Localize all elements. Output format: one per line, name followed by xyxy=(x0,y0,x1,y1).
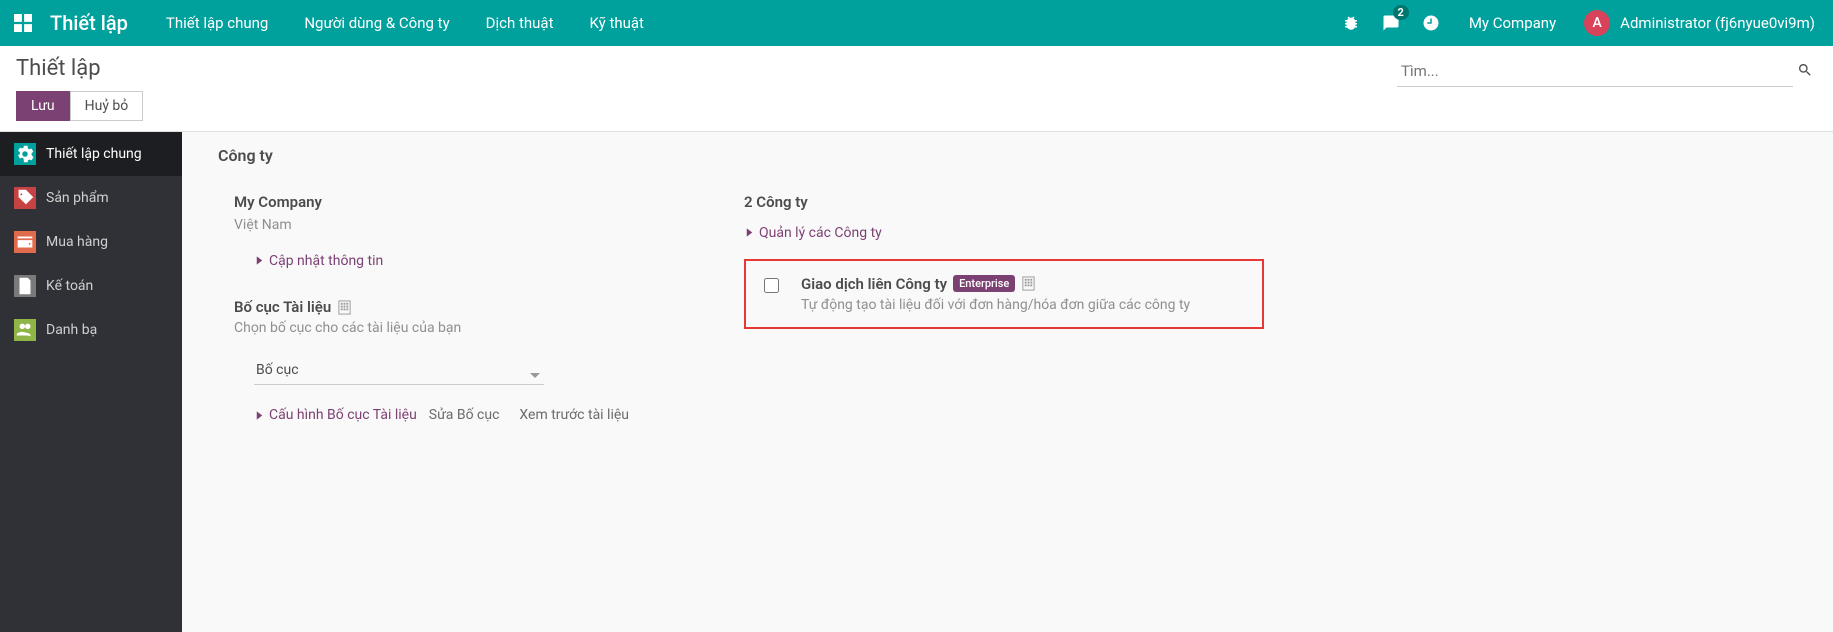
sidebar-item-label: Kế toán xyxy=(46,278,93,294)
action-buttons: Lưu Huỷ bỏ xyxy=(16,91,143,121)
tag-icon xyxy=(14,187,36,209)
sidebar-item-products[interactable]: Sản phẩm xyxy=(0,176,182,220)
layout-links: Cấu hình Bố cục Tài liệu Sửa Bố cục Xem … xyxy=(234,407,682,423)
nav-users-companies[interactable]: Người dùng & Công ty xyxy=(286,0,467,46)
gear-icon xyxy=(14,143,36,165)
config-layout-link[interactable]: Cấu hình Bố cục Tài liệu xyxy=(254,407,417,423)
company-location: Việt Nam xyxy=(234,217,682,233)
nav-translations[interactable]: Dịch thuật xyxy=(468,0,572,46)
update-info-link[interactable]: Cập nhật thông tin xyxy=(254,253,383,269)
avatar: A xyxy=(1584,10,1610,36)
sidebar-item-label: Thiết lập chung xyxy=(46,146,142,162)
save-button[interactable]: Lưu xyxy=(16,91,70,121)
sidebar-item-accounting[interactable]: Kế toán xyxy=(0,264,182,308)
section-header-company: Công ty xyxy=(218,132,1833,179)
app-brand[interactable]: Thiết lập xyxy=(46,11,148,35)
search-container xyxy=(1397,56,1817,121)
navbar-right: 2 My Company A Administrator (fj6nyue0vi… xyxy=(1331,0,1833,46)
company-info-block: My Company Việt Nam Cập nhật thông tin B… xyxy=(218,179,698,437)
navbar-left: Thiết lập Thiết lập chung Người dùng & C… xyxy=(0,0,662,46)
manage-companies-link[interactable]: Quản lý các Công ty xyxy=(744,225,882,241)
layout-select-container: Bố cục xyxy=(254,356,544,385)
activities-icon[interactable] xyxy=(1411,0,1451,46)
sidebar-item-label: Mua hàng xyxy=(46,234,108,250)
wallet-icon xyxy=(14,231,36,253)
intercompany-feature-box: Giao dịch liên Công ty Enterprise Tự độn… xyxy=(744,259,1264,329)
intercompany-title: Giao dịch liên Công ty Enterprise xyxy=(801,275,1190,293)
message-badge: 2 xyxy=(1393,5,1409,20)
settings-row: My Company Việt Nam Cập nhật thông tin B… xyxy=(218,179,1833,437)
apps-menu-icon[interactable] xyxy=(0,14,46,32)
doc-layout-desc: Chọn bố cục cho các tài liệu của bạn xyxy=(234,320,682,336)
sidebar-item-purchase[interactable]: Mua hàng xyxy=(0,220,182,264)
document-icon xyxy=(14,275,36,297)
user-menu[interactable]: A Administrator (fj6nyue0vi9m) xyxy=(1574,0,1833,46)
page-title: Thiết lập xyxy=(16,56,143,81)
settings-content: Công ty My Company Việt Nam Cập nhật thô… xyxy=(182,132,1833,632)
enterprise-badge: Enterprise xyxy=(953,275,1015,292)
debug-icon[interactable] xyxy=(1331,0,1371,46)
doc-layout-title: Bố cục Tài liệu xyxy=(234,298,682,316)
sidebar-item-label: Sản phẩm xyxy=(46,190,109,206)
nav-general-settings[interactable]: Thiết lập chung xyxy=(148,0,286,46)
sidebar-item-label: Danh bạ xyxy=(46,322,97,338)
preview-doc-link[interactable]: Xem trước tài liệu xyxy=(519,407,629,423)
building-icon xyxy=(337,300,352,315)
companies-block: 2 Công ty Quản lý các Công ty Giao dịch … xyxy=(728,179,1248,437)
top-navbar: Thiết lập Thiết lập chung Người dùng & C… xyxy=(0,0,1833,46)
main-layout: Thiết lập chung Sản phẩm Mua hàng Kế toá… xyxy=(0,132,1833,632)
messaging-icon[interactable]: 2 xyxy=(1371,0,1411,46)
intercompany-desc: Tự động tạo tài liệu đối với đơn hàng/hó… xyxy=(801,297,1190,313)
intercompany-checkbox[interactable] xyxy=(764,278,779,293)
cancel-button[interactable]: Huỷ bỏ xyxy=(70,91,144,121)
company-name: My Company xyxy=(234,193,682,211)
search-icon[interactable] xyxy=(1793,56,1817,88)
layout-select[interactable]: Bố cục xyxy=(254,356,544,385)
sidebar-item-contacts[interactable]: Danh bạ xyxy=(0,308,182,352)
intercompany-text: Giao dịch liên Công ty Enterprise Tự độn… xyxy=(801,275,1190,313)
sidebar-item-general[interactable]: Thiết lập chung xyxy=(0,132,182,176)
company-switcher[interactable]: My Company xyxy=(1451,0,1574,46)
edit-layout-link[interactable]: Sửa Bố cục xyxy=(429,407,500,423)
search-input[interactable] xyxy=(1397,56,1793,87)
checkbox-col xyxy=(764,275,779,313)
nav-technical[interactable]: Kỹ thuật xyxy=(572,0,662,46)
user-name: Administrator (fj6nyue0vi9m) xyxy=(1620,14,1815,32)
building-icon xyxy=(1021,276,1036,291)
settings-sidebar: Thiết lập chung Sản phẩm Mua hàng Kế toá… xyxy=(0,132,182,632)
users-icon xyxy=(14,319,36,341)
cp-left: Thiết lập Lưu Huỷ bỏ xyxy=(16,56,143,121)
companies-count: 2 Công ty xyxy=(744,193,1232,211)
control-panel: Thiết lập Lưu Huỷ bỏ xyxy=(0,46,1833,132)
